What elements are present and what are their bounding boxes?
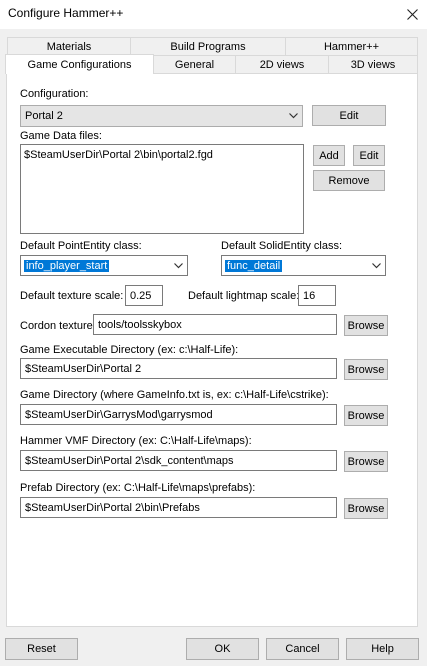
- configuration-label: Configuration:: [20, 88, 89, 100]
- chevron-down-icon: [368, 262, 385, 269]
- point-entity-value: info_player_start: [24, 259, 110, 272]
- game-exe-dir-browse-button[interactable]: Browse: [344, 359, 388, 380]
- vmf-dir-input[interactable]: $SteamUserDir\Portal 2\sdk_content\maps: [20, 450, 337, 471]
- tab-hammerpp[interactable]: Hammer++: [285, 37, 418, 56]
- vmf-dir-browse-button[interactable]: Browse: [344, 451, 388, 472]
- prefab-dir-label: Prefab Directory (ex: C:\Half-Life\maps\…: [20, 482, 256, 494]
- vmf-dir-label: Hammer VMF Directory (ex: C:\Half-Life\m…: [20, 435, 252, 447]
- game-dir-input[interactable]: $SteamUserDir\GarrysMod\garrysmod: [20, 404, 337, 425]
- texture-scale-input[interactable]: 0.25: [125, 285, 163, 306]
- cordon-texture-label: Cordon texture:: [20, 320, 96, 332]
- prefab-dir-input[interactable]: $SteamUserDir\Portal 2\bin\Prefabs: [20, 497, 337, 518]
- configuration-value: Portal 2: [25, 110, 63, 122]
- game-data-files-list[interactable]: $SteamUserDir\Portal 2\bin\portal2.fgd: [20, 144, 304, 234]
- tab-2d-views[interactable]: 2D views: [235, 55, 329, 74]
- reset-button[interactable]: Reset: [5, 638, 78, 660]
- cordon-texture-input[interactable]: tools/toolsskybox: [93, 314, 337, 335]
- game-data-files-label: Game Data files:: [20, 130, 102, 142]
- tab-game-configurations[interactable]: Game Configurations: [5, 54, 154, 74]
- chevron-down-icon: [170, 262, 187, 269]
- point-entity-dropdown[interactable]: info_player_start: [20, 255, 188, 276]
- help-button[interactable]: Help: [346, 638, 419, 660]
- remove-fgd-button[interactable]: Remove: [313, 170, 385, 191]
- edit-fgd-button[interactable]: Edit: [353, 145, 385, 166]
- lightmap-scale-label: Default lightmap scale:: [188, 290, 300, 302]
- solid-entity-value: func_detail: [225, 259, 283, 272]
- cancel-button[interactable]: Cancel: [266, 638, 339, 660]
- title-bar: Configure Hammer++: [0, 0, 427, 29]
- solid-entity-label: Default SolidEntity class:: [221, 240, 343, 252]
- chevron-down-icon: [285, 113, 302, 119]
- lightmap-scale-input[interactable]: 16: [298, 285, 336, 306]
- tab-general[interactable]: General: [153, 55, 236, 74]
- texture-scale-label: Default texture scale:: [20, 290, 124, 302]
- game-dir-browse-button[interactable]: Browse: [344, 405, 388, 426]
- tab-3d-views[interactable]: 3D views: [328, 55, 418, 74]
- configuration-dropdown[interactable]: Portal 2: [20, 105, 303, 127]
- cordon-browse-button[interactable]: Browse: [344, 315, 388, 336]
- game-configurations-panel: Configuration: Portal 2 Edit Game Data f…: [6, 73, 418, 627]
- list-item[interactable]: $SteamUserDir\Portal 2\bin\portal2.fgd: [24, 148, 300, 162]
- close-icon: [406, 9, 418, 20]
- ok-button[interactable]: OK: [186, 638, 259, 660]
- window-title: Configure Hammer++: [8, 6, 124, 20]
- close-button[interactable]: [397, 0, 427, 29]
- game-exe-dir-label: Game Executable Directory (ex: c:\Half-L…: [20, 344, 239, 356]
- add-fgd-button[interactable]: Add: [313, 145, 345, 166]
- edit-configuration-button[interactable]: Edit: [312, 105, 386, 126]
- game-dir-label: Game Directory (where GameInfo.txt is, e…: [20, 389, 329, 401]
- prefab-dir-browse-button[interactable]: Browse: [344, 498, 388, 519]
- game-exe-dir-input[interactable]: $SteamUserDir\Portal 2: [20, 358, 337, 379]
- solid-entity-dropdown[interactable]: func_detail: [221, 255, 386, 276]
- point-entity-label: Default PointEntity class:: [20, 240, 142, 252]
